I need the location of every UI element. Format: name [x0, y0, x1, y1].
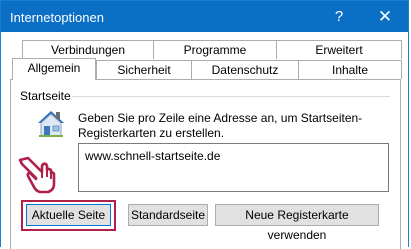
tab-inhalte[interactable]: Inhalte — [298, 60, 402, 79]
tab-row-back: Verbindungen Programme Erweitert — [22, 40, 402, 60]
help-button[interactable]: ? — [317, 1, 361, 32]
close-button[interactable]: ✕ — [363, 1, 407, 32]
homepage-url-value: www.schnell-startseite.de — [85, 149, 221, 163]
default-page-button[interactable]: Standardseite — [128, 204, 208, 226]
startseite-heading: Startseite — [20, 89, 71, 103]
new-tab-button[interactable]: Neue Registerkarte verwenden — [215, 204, 379, 242]
title-bar: Internetoptionen ? ✕ — [1, 1, 408, 32]
tab-datenschutz[interactable]: Datenschutz — [191, 60, 299, 79]
tab-programme[interactable]: Programme — [153, 40, 277, 59]
tab-row-front: Allgemein Sicherheit Datenschutz Inhalte — [10, 58, 402, 80]
section-divider — [72, 96, 390, 97]
current-page-highlight — [21, 200, 116, 231]
tab-allgemein[interactable]: Allgemein — [12, 58, 96, 80]
startseite-description: Geben Sie pro Zeile eine Adresse an, um … — [78, 111, 363, 140]
tab-sicherheit[interactable]: Sicherheit — [96, 60, 192, 79]
house-icon — [38, 111, 64, 137]
pointing-hand-icon — [18, 156, 56, 194]
tab-verbindungen[interactable]: Verbindungen — [22, 40, 154, 59]
homepage-url-textarea[interactable]: www.schnell-startseite.de — [78, 143, 389, 192]
tab-erweitert[interactable]: Erweitert — [276, 40, 402, 59]
window-title: Internetoptionen — [10, 10, 104, 25]
